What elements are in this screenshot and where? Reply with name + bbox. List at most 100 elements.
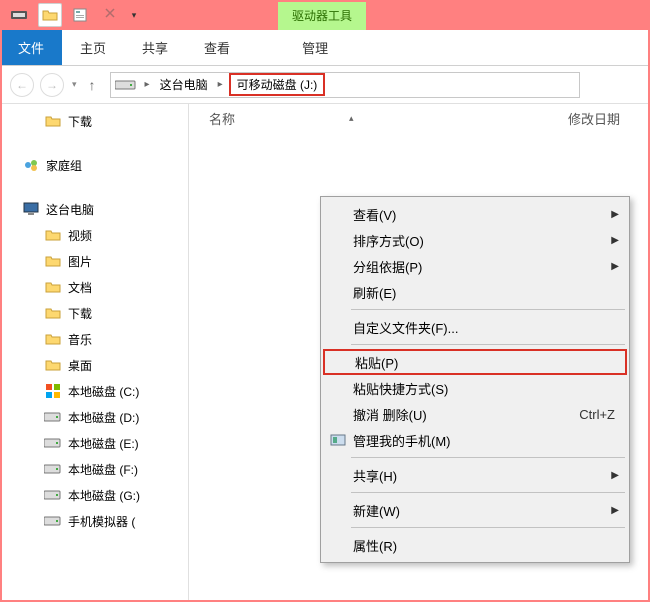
folder-icon — [44, 226, 62, 244]
tab-share[interactable]: 共享 — [124, 30, 186, 65]
sidebar-item-this-pc[interactable]: 这台电脑 — [0, 196, 188, 222]
nav-back-button[interactable]: ← — [10, 73, 34, 97]
folder-icon — [44, 356, 62, 374]
context-menu-item[interactable]: 刷新(E) — [323, 279, 627, 305]
tab-home[interactable]: 主页 — [62, 30, 124, 65]
qat-open-folder-icon[interactable] — [38, 3, 62, 27]
sidebar-item[interactable]: 本地磁盘 (D:) — [0, 404, 188, 430]
tab-view[interactable]: 查看 — [186, 30, 248, 65]
tab-file-label: 文件 — [18, 38, 44, 57]
sidebar-item-label: 文档 — [68, 279, 92, 296]
context-menu-item-label: 自定义文件夹(F)... — [353, 318, 619, 337]
sidebar-item-label: 音乐 — [68, 331, 92, 348]
sidebar-item-label: 本地磁盘 (G:) — [68, 487, 140, 504]
chevron-right-icon: ▶ — [611, 261, 619, 272]
sidebar-item-label: 图片 — [68, 253, 92, 270]
sidebar-item-label: 本地磁盘 (F:) — [68, 461, 138, 478]
contextual-tab-drive-tools[interactable]: 驱动器工具 — [278, 0, 366, 30]
sidebar-item-label: 本地磁盘 (C:) — [68, 383, 139, 400]
qat-properties-icon[interactable] — [68, 3, 92, 27]
ribbon-tabs: 文件 主页 共享 查看 管理 — [0, 30, 650, 66]
context-menu-item[interactable]: 分组依据(P)▶ — [323, 253, 627, 279]
breadcrumb-removable-disk[interactable]: 可移动磁盘 (J:) — [229, 73, 326, 96]
context-menu-item[interactable]: 自定义文件夹(F)... — [323, 314, 627, 340]
context-menu-separator — [351, 492, 625, 493]
context-menu-item[interactable]: 属性(R) — [323, 532, 627, 558]
chevron-right-icon[interactable]: ▸ — [216, 79, 225, 90]
tab-view-label: 查看 — [204, 38, 230, 57]
tab-file[interactable]: 文件 — [0, 30, 62, 65]
context-menu-item-label: 排序方式(O) — [353, 231, 611, 250]
phonemgr-icon — [329, 431, 347, 449]
context-menu-item[interactable]: 新建(W)▶ — [323, 497, 627, 523]
sidebar-item-downloads[interactable]: 下载 — [0, 108, 188, 134]
tab-manage[interactable]: 管理 — [284, 30, 346, 65]
sidebar-item-homegroup[interactable]: 家庭组 — [0, 152, 188, 178]
sidebar-item[interactable]: 文档 — [0, 274, 188, 300]
context-menu-item[interactable]: 管理我的手机(M) — [323, 427, 627, 453]
context-menu-item-label: 属性(R) — [353, 536, 619, 555]
sidebar-item[interactable]: 手机模拟器 ( — [0, 508, 188, 534]
context-menu-item-label: 共享(H) — [353, 466, 611, 485]
context-menu-item-label: 管理我的手机(M) — [353, 431, 619, 450]
recent-dropdown-icon[interactable]: ▾ — [70, 79, 79, 90]
folder-icon — [44, 278, 62, 296]
system-menu-icon[interactable] — [8, 3, 32, 27]
sidebar-item[interactable]: 音乐 — [0, 326, 188, 352]
context-menu-item[interactable]: 排序方式(O)▶ — [323, 227, 627, 253]
sidebar-item-label: 桌面 — [68, 357, 92, 374]
qat-dropdown-icon[interactable]: ▾ — [128, 3, 140, 27]
computer-icon — [22, 200, 40, 218]
folder-icon — [44, 112, 62, 130]
sort-indicator-icon: ▴ — [349, 113, 354, 124]
folder-icon — [44, 252, 62, 270]
sidebar-item-label: 这台电脑 — [46, 201, 94, 218]
winlogo-icon — [44, 382, 62, 400]
sidebar-item[interactable]: 视频 — [0, 222, 188, 248]
context-menu-separator — [351, 527, 625, 528]
column-date-modified[interactable]: 修改日期 — [568, 109, 650, 128]
breadcrumb-this-pc[interactable]: 这台电脑 — [158, 76, 210, 93]
sidebar-item[interactable]: 图片 — [0, 248, 188, 274]
context-menu-item-label: 分组依据(P) — [353, 257, 611, 276]
chevron-right-icon: ▶ — [611, 505, 619, 516]
tab-home-label: 主页 — [80, 38, 106, 57]
context-menu-separator — [351, 344, 625, 345]
title-bar: ▾ 驱动器工具 — [0, 0, 650, 30]
context-menu-item-label: 查看(V) — [353, 205, 611, 224]
sidebar-item[interactable]: 本地磁盘 (F:) — [0, 456, 188, 482]
column-headers: 名称 ▴ 修改日期 — [189, 104, 650, 132]
sidebar-item[interactable]: 下载 — [0, 300, 188, 326]
drive-icon — [44, 486, 62, 504]
drive-icon — [115, 78, 137, 92]
sidebar-item-label: 下载 — [68, 305, 92, 322]
sidebar-item[interactable]: 本地磁盘 (E:) — [0, 430, 188, 456]
sidebar-item-label: 手机模拟器 ( — [68, 513, 135, 530]
context-menu-item-label: 撤消 删除(U) — [353, 405, 579, 424]
context-menu-item[interactable]: 共享(H)▶ — [323, 462, 627, 488]
folder-icon — [44, 304, 62, 322]
contextual-tab-label: 驱动器工具 — [292, 7, 352, 24]
sidebar-item[interactable]: 桌面 — [0, 352, 188, 378]
chevron-right-icon: ▶ — [611, 209, 619, 220]
column-name[interactable]: 名称 — [209, 109, 509, 128]
homegroup-icon — [22, 156, 40, 174]
nav-up-button[interactable]: ↑ — [85, 77, 100, 93]
quick-access-toolbar: ▾ — [4, 3, 140, 27]
drive-icon — [44, 408, 62, 426]
nav-forward-button[interactable]: → — [40, 73, 64, 97]
chevron-right-icon[interactable]: ▸ — [143, 79, 152, 90]
sidebar-item[interactable]: 本地磁盘 (C:) — [0, 378, 188, 404]
nav-bar: ← → ▾ ↑ ▸ 这台电脑 ▸ 可移动磁盘 (J:) — [0, 66, 650, 104]
sidebar-item[interactable]: 本地磁盘 (G:) — [0, 482, 188, 508]
folder-icon — [44, 330, 62, 348]
context-menu-item[interactable]: 粘贴(P) — [323, 349, 627, 375]
context-menu-item-label: 粘贴(P) — [355, 353, 617, 372]
drive-icon — [44, 460, 62, 478]
context-menu-item[interactable]: 查看(V)▶ — [323, 201, 627, 227]
context-menu-item[interactable]: 粘贴快捷方式(S) — [323, 375, 627, 401]
qat-pin-icon[interactable] — [98, 3, 122, 27]
address-bar[interactable]: ▸ 这台电脑 ▸ 可移动磁盘 (J:) — [110, 72, 580, 98]
context-menu-item[interactable]: 撤消 删除(U)Ctrl+Z — [323, 401, 627, 427]
arrow-right-icon: → — [46, 78, 58, 92]
